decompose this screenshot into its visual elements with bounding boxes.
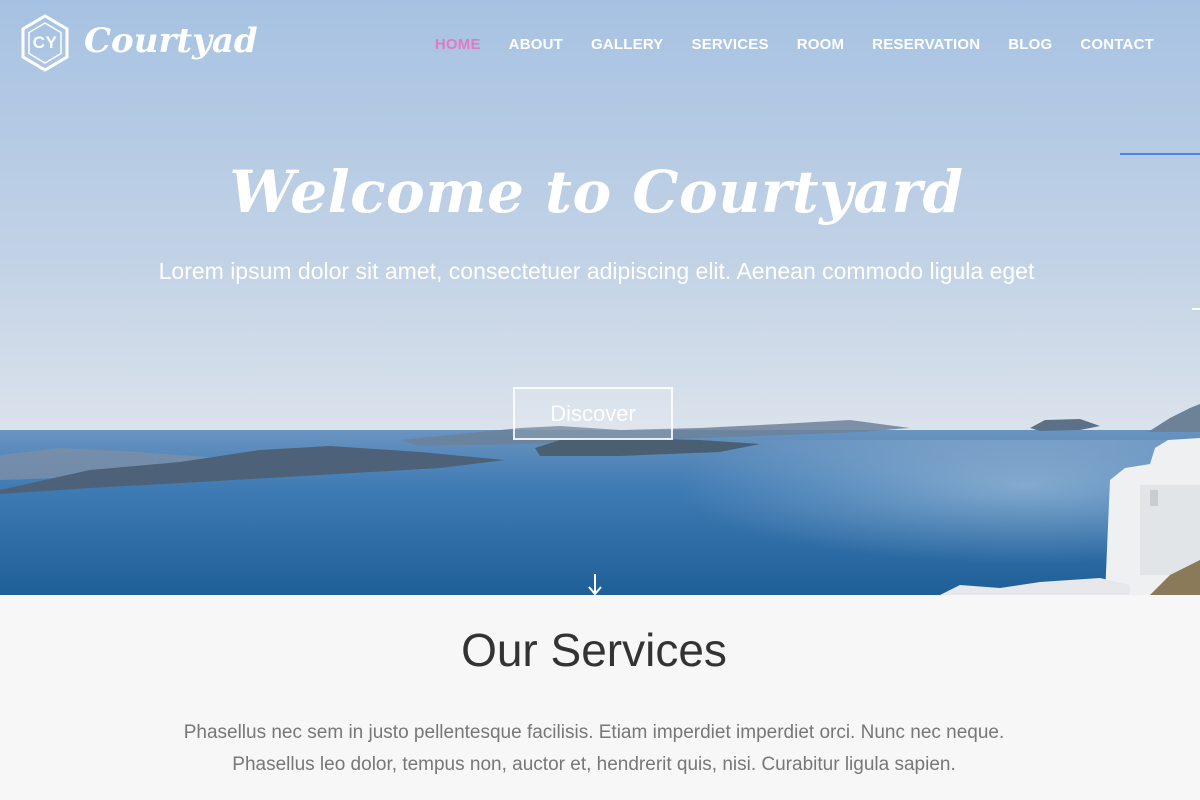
top-navbar: CY Courtyad HOME ABOUT GALLERY SERVICES …: [0, 0, 1200, 90]
logo-monogram: CY: [32, 33, 58, 52]
arrow-down-icon[interactable]: [586, 572, 604, 595]
services-section: Our Services Phasellus nec sem in justo …: [0, 595, 1200, 800]
nav-room[interactable]: ROOM: [797, 36, 844, 53]
nav-home[interactable]: HOME: [435, 36, 481, 53]
services-line-1: Phasellus nec sem in justo pellentesque …: [183, 722, 1005, 743]
nav-blog[interactable]: BLOG: [1008, 36, 1052, 53]
nav-gallery[interactable]: GALLERY: [591, 36, 664, 53]
nav-contact[interactable]: CONTACT: [1080, 36, 1154, 53]
hero-section: CY Courtyad HOME ABOUT GALLERY SERVICES …: [0, 0, 1200, 595]
hexagon-logo-icon: CY: [20, 14, 70, 72]
nav-about[interactable]: ABOUT: [509, 36, 563, 53]
brand-name: Courtyad: [84, 21, 258, 61]
decorative-line-top: [1120, 153, 1200, 155]
services-title: Our Services: [461, 624, 727, 676]
brand-logo[interactable]: CY Courtyad: [20, 14, 258, 72]
discover-button[interactable]: Discover: [513, 387, 673, 440]
nav-services[interactable]: SERVICES: [692, 36, 769, 53]
main-nav: HOME ABOUT GALLERY SERVICES ROOM RESERVA…: [435, 36, 1200, 53]
services-line-2: Phasellus leo dolor, tempus non, auctor …: [232, 754, 956, 775]
hero-title: Welcome to Courtyard: [229, 158, 964, 226]
decorative-line-mid: [1192, 308, 1200, 310]
services-description: Phasellus nec sem in justo pellentesque …: [0, 717, 1188, 781]
nav-reservation[interactable]: RESERVATION: [872, 36, 980, 53]
hero-subtitle: Lorem ipsum dolor sit amet, consectetuer…: [158, 258, 1035, 284]
